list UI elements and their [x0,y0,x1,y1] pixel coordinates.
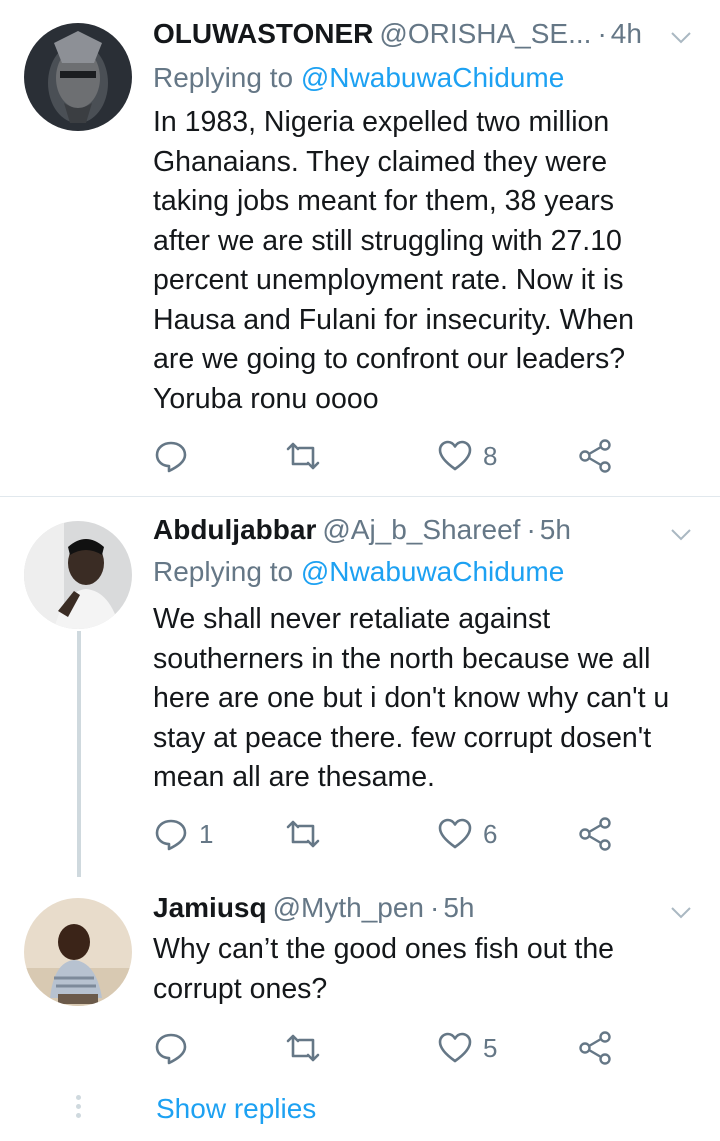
like-icon [438,440,472,471]
display-name[interactable]: Jamiusq [153,892,267,923]
show-replies-link[interactable]: Show replies [156,1093,316,1125]
reply-icon [155,441,187,473]
separator-dot: · [597,18,607,49]
reply-button[interactable] [153,1028,199,1068]
mention-link[interactable]: @NwabuwaChidume [301,62,564,93]
avatar[interactable] [24,898,132,1006]
like-icon [438,818,472,849]
caret-down-icon[interactable] [670,901,692,923]
share-button[interactable] [577,436,613,476]
avatar[interactable] [24,521,132,629]
separator-dot: · [430,892,440,923]
tweet-header: Jamiusq @Myth_pen · 5h [153,892,700,932]
retweet-icon [286,442,320,470]
share-icon [579,817,611,851]
like-count: 6 [483,818,498,849]
action-bar: 5 [153,1028,633,1068]
caret-down-icon[interactable] [670,26,692,48]
user-handle[interactable]: @ORISHA_SE... [379,18,591,49]
retweet-button[interactable] [285,1028,331,1068]
retweet-button[interactable] [285,436,331,476]
user-handle[interactable]: @Aj_b_Shareef [322,514,520,545]
more-replies-dots [74,1095,84,1122]
display-name[interactable]: OLUWASTONER [153,18,373,49]
replying-to: Replying to @NwabuwaChidume [153,62,564,94]
timestamp[interactable]: 5h [540,514,571,545]
replying-to: Replying to @NwabuwaChidume [153,556,564,588]
reply-icon [155,819,187,851]
like-button[interactable]: 5 [437,1028,497,1068]
separator-dot: · [526,514,536,545]
share-icon [579,439,611,473]
share-button[interactable] [577,1028,613,1068]
tweet[interactable]: OLUWASTONER @ORISHA_SE... · 4h Replying to … [0,0,720,496]
reply-count: 1 [199,818,214,849]
avatar[interactable] [24,23,132,131]
tweet-header: Abduljabbar @Aj_b_Shareef · 5h [153,514,700,554]
retweet-icon [286,820,320,848]
tweet-text: We shall never retaliate against souther… [153,603,670,793]
action-bar: 1 6 [153,814,633,854]
tweet[interactable]: Jamiusq @Myth_pen · 5h Why can’t the good o… [0,877,720,1141]
replying-to-label: Replying to [153,62,294,93]
reply-button[interactable] [153,436,199,476]
user-handle[interactable]: @Myth_pen [273,892,424,923]
like-button[interactable]: 6 [437,814,497,854]
replying-to-label: Replying to [153,556,294,587]
retweet-icon [286,1034,320,1062]
timestamp[interactable]: 4h [611,18,642,49]
reply-button[interactable]: 1 [153,814,213,854]
like-icon [438,1032,472,1063]
timestamp[interactable]: 5h [443,892,474,923]
like-count: 5 [483,1032,498,1063]
tweet-text: Why can’t the good ones fish out the cor… [153,933,615,1005]
like-button[interactable]: 8 [437,436,497,476]
display-name[interactable]: Abduljabbar [153,514,316,545]
share-button[interactable] [577,814,613,854]
tweet[interactable]: Abduljabbar @Aj_b_Shareef · 5h Replying to … [0,497,720,877]
action-bar: 8 [153,436,633,476]
reply-icon [155,1033,187,1065]
mention-link[interactable]: @NwabuwaChidume [301,556,564,587]
share-icon [579,1031,611,1065]
like-count: 8 [483,440,498,471]
retweet-button[interactable] [285,814,331,854]
thread-line [77,631,81,877]
caret-down-icon[interactable] [670,523,692,545]
tweet-text: In 1983, Nigeria expelled two million Gh… [153,106,635,415]
tweet-header: OLUWASTONER @ORISHA_SE... · 4h [153,18,700,58]
